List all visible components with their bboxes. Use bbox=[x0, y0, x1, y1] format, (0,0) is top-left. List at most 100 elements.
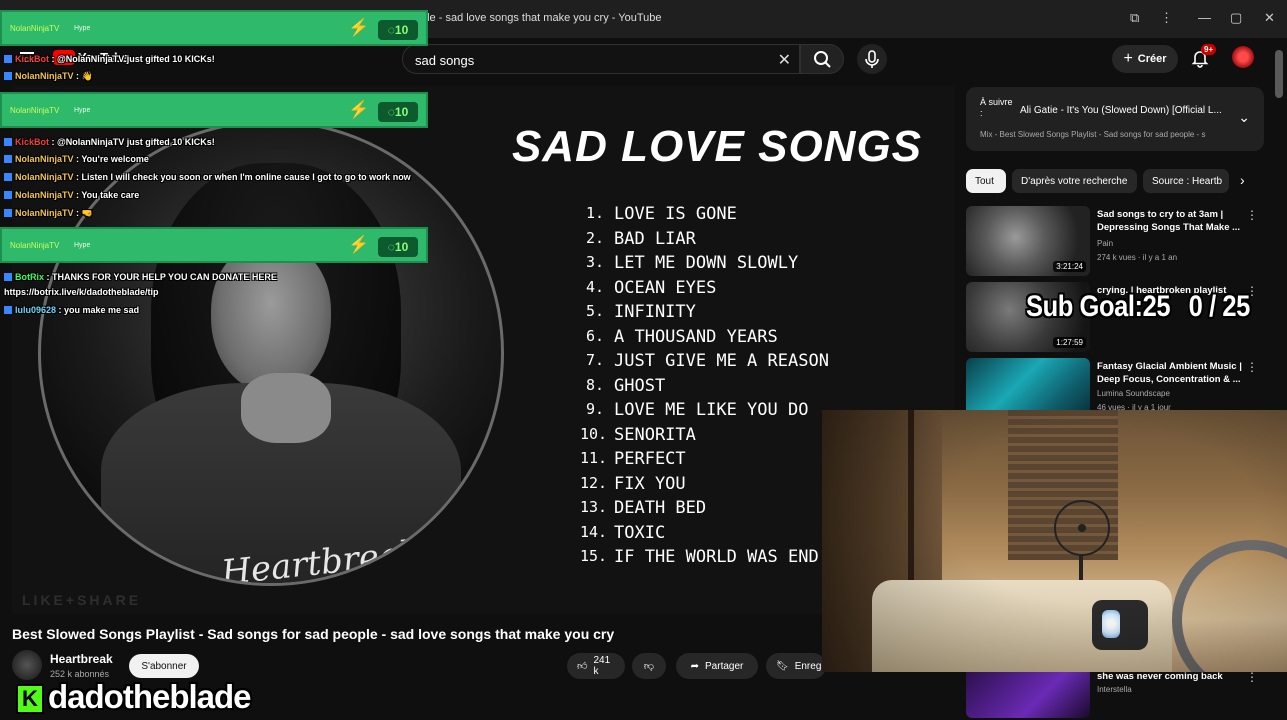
chat-username: NolanNinjaTV bbox=[15, 172, 74, 182]
song-number: 8. bbox=[585, 375, 604, 394]
rec-channel: Pain bbox=[1097, 239, 1114, 248]
create-button[interactable]: + Créer bbox=[1112, 45, 1178, 73]
search-button[interactable] bbox=[800, 44, 844, 74]
extensions-icon[interactable]: ⧉ bbox=[1130, 10, 1139, 26]
dislike-button[interactable]: 👎︎ bbox=[632, 653, 666, 679]
chat-text: : You take care bbox=[73, 190, 140, 200]
video-player[interactable]: Heartbreak LIKE+SHARE SAD LOVE SONGS 1. L… bbox=[12, 86, 955, 614]
search-input[interactable] bbox=[415, 51, 765, 69]
song-title: TOXIC bbox=[614, 522, 666, 543]
chat-username: NolanNinjaTV bbox=[15, 190, 74, 200]
rec-duration: 1:27:59 bbox=[1053, 337, 1086, 348]
rec-title[interactable]: Fantasy Glacial Ambient Music | Deep Foc… bbox=[1097, 360, 1247, 386]
chat-message: NolanNinjaTV : 👋 bbox=[4, 71, 93, 82]
rec-thumbnail[interactable] bbox=[966, 668, 1090, 718]
microphone-icon bbox=[865, 50, 879, 68]
share-label: Partager bbox=[705, 660, 744, 672]
create-label: Créer bbox=[1137, 53, 1167, 65]
thumbs-up-icon: 👍︎ bbox=[577, 661, 588, 672]
like-button[interactable]: 👍︎ 241 k bbox=[567, 653, 625, 679]
hype-user: NolanNinjaTV bbox=[10, 241, 60, 250]
hype-train-bar: NolanNinjaTV Hype ⚡ ◌ 10 bbox=[0, 227, 428, 263]
channel-name[interactable]: Heartbreak bbox=[50, 652, 113, 666]
chevron-right-icon[interactable]: › bbox=[1240, 172, 1245, 188]
chevron-down-icon[interactable]: ⌄ bbox=[1238, 109, 1250, 126]
song-number: 3. bbox=[585, 253, 604, 271]
song-title: JUST GIVE ME A REASON bbox=[614, 351, 829, 371]
streamer-name: dadotheblade bbox=[48, 678, 252, 715]
save-button[interactable]: 🔖︎ Enreg bbox=[766, 653, 826, 679]
song-item: 4. OCEAN EYES bbox=[580, 278, 829, 303]
close-window-icon[interactable]: ✕ bbox=[1264, 10, 1275, 26]
song-item: 10. SENORITA bbox=[580, 425, 829, 450]
sub-goal-overlay: Sub Goal:25 0 / 25 bbox=[1026, 290, 1250, 324]
song-item: 1. LOVE IS GONE bbox=[580, 204, 829, 229]
chat-message: BotRix : THANKS FOR YOUR HELP YOU CAN DO… bbox=[4, 272, 277, 282]
chat-badge-icon bbox=[4, 191, 12, 199]
song-title: GHOST bbox=[614, 375, 666, 396]
channel-avatar[interactable] bbox=[12, 650, 42, 680]
song-title: PERFECT bbox=[614, 449, 686, 469]
subscribe-button[interactable]: S'abonner bbox=[129, 654, 199, 678]
more-options-icon[interactable]: ⋮ bbox=[1246, 208, 1258, 222]
chat-text: : 🤜 bbox=[73, 208, 93, 218]
plus-icon: + bbox=[1123, 50, 1133, 67]
chat-badge-icon bbox=[4, 72, 12, 80]
chat-badge-icon bbox=[4, 55, 12, 63]
up-next-title[interactable]: Ali Gatie - It's You (Slowed Down) [Offi… bbox=[1020, 105, 1240, 116]
rec-thumbnail[interactable]: 3:21:24 bbox=[966, 206, 1090, 276]
lightning-icon: ⚡ bbox=[348, 100, 370, 119]
chip-all[interactable]: Tout bbox=[966, 169, 1006, 193]
share-arrow-icon: ➦ bbox=[690, 660, 700, 672]
more-options-icon[interactable]: ⋮ bbox=[1246, 670, 1258, 684]
hype-count-badge: ◌ 10 bbox=[378, 20, 418, 40]
rec-channel: Interstella bbox=[1097, 685, 1132, 694]
chat-username: lulu09628 bbox=[15, 305, 57, 315]
song-number: 7. bbox=[585, 351, 604, 369]
search-box[interactable]: ✕ bbox=[402, 44, 800, 74]
browser-menu-icon[interactable]: ⋮ bbox=[1160, 10, 1173, 26]
chat-badge-icon bbox=[4, 209, 12, 217]
rec-title[interactable]: Sad songs to cry to at 3am | Depressing … bbox=[1097, 208, 1247, 234]
song-number: 14. bbox=[580, 522, 608, 541]
song-title: SENORITA bbox=[614, 424, 696, 445]
chat-text: : You're welcome bbox=[73, 154, 149, 164]
chat-badge-icon bbox=[4, 138, 12, 146]
lightning-icon: ⚡ bbox=[348, 18, 370, 37]
minimize-icon[interactable]: — bbox=[1198, 10, 1211, 25]
more-options-icon[interactable]: ⋮ bbox=[1246, 360, 1258, 374]
share-button[interactable]: ➦ Partager bbox=[676, 653, 758, 679]
song-title: INFINITY bbox=[614, 302, 696, 322]
chat-username: BotRix bbox=[15, 272, 44, 282]
song-number: 2. bbox=[585, 228, 604, 247]
chat-badge-icon bbox=[4, 273, 12, 281]
chat-username: NolanNinjaTV bbox=[15, 154, 74, 164]
song-number: 5. bbox=[585, 302, 604, 320]
save-label: Enreg bbox=[794, 660, 822, 672]
rec-item[interactable]: she was never coming back Interstella ⋮ bbox=[966, 668, 1266, 720]
rec-item[interactable]: 3:21:24 Sad songs to cry to at 3am | Dep… bbox=[966, 206, 1266, 278]
song-item: 7. JUST GIVE ME A REASON bbox=[580, 351, 829, 376]
hype-label: Hype bbox=[74, 25, 91, 32]
scrollbar[interactable] bbox=[1275, 50, 1283, 98]
song-item: 15. IF THE WORLD WAS END bbox=[580, 547, 829, 572]
hype-count-badge: ◌ 10 bbox=[378, 237, 418, 257]
song-item: 6. A THOUSAND YEARS bbox=[580, 327, 829, 352]
chip-from-search[interactable]: D'après votre recherche bbox=[1012, 169, 1137, 193]
up-next-subtitle: Mix - Best Slowed Songs Playlist - Sad s… bbox=[980, 130, 1206, 139]
rec-channel: Lumina Soundscape bbox=[1097, 389, 1170, 398]
song-number: 1. bbox=[585, 204, 604, 222]
hype-label: Hype bbox=[74, 242, 91, 249]
chip-source[interactable]: Source : Heartb bbox=[1143, 169, 1229, 193]
song-title: A THOUSAND YEARS bbox=[614, 326, 778, 347]
account-avatar[interactable] bbox=[1232, 46, 1254, 68]
bookmark-icon: 🔖︎ bbox=[776, 660, 789, 672]
hype-count-badge: ◌ 10 bbox=[378, 102, 418, 122]
up-next-panel[interactable]: À suivre : Ali Gatie - It's You (Slowed … bbox=[966, 87, 1264, 151]
voice-search-button[interactable] bbox=[857, 44, 887, 74]
maximize-icon[interactable]: ▢ bbox=[1230, 10, 1242, 26]
video-title: Best Slowed Songs Playlist - Sad songs f… bbox=[12, 626, 615, 642]
chat-text: : @NolanNinjaTV just gifted 10 KICKs! bbox=[49, 54, 215, 64]
song-title: BAD LIAR bbox=[614, 228, 696, 249]
clear-search-icon[interactable]: ✕ bbox=[778, 50, 791, 70]
